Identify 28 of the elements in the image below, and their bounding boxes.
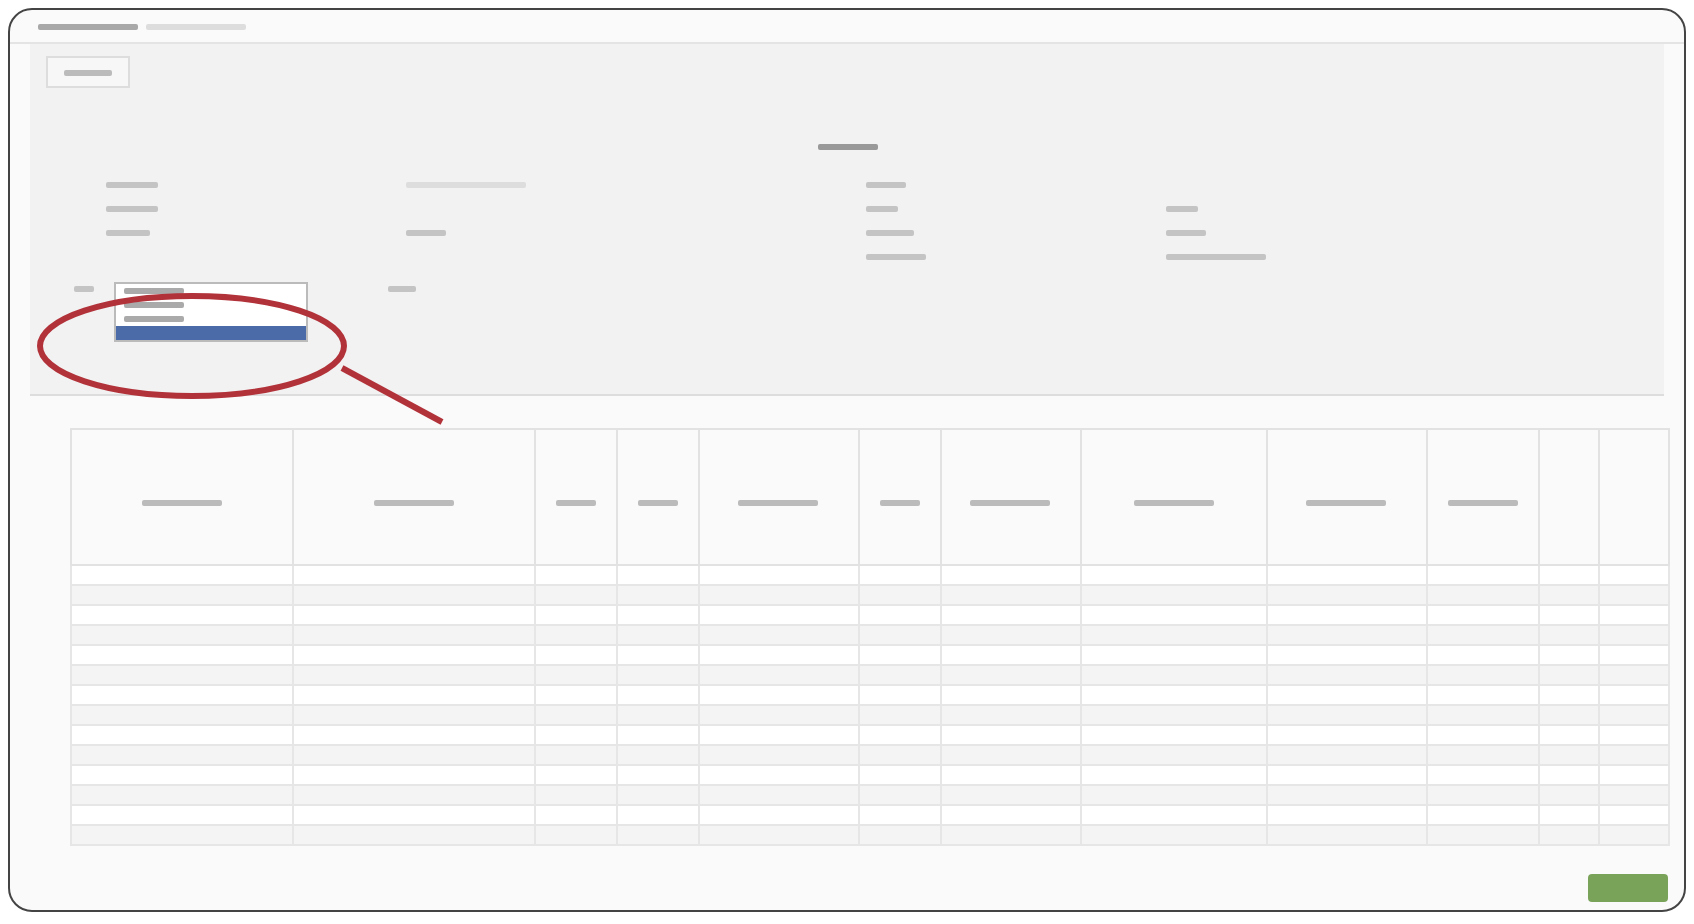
illegible-text xyxy=(866,229,914,235)
dropdown-list[interactable] xyxy=(114,282,308,342)
illegible-text xyxy=(866,181,906,187)
illegible-text xyxy=(1134,499,1215,505)
illegible-text xyxy=(406,229,446,235)
illegible-text xyxy=(106,181,158,187)
illegible-text xyxy=(64,69,112,75)
illegible-text xyxy=(866,253,926,259)
illegible-text xyxy=(1447,499,1518,505)
illegible-text xyxy=(1166,253,1266,259)
illegible-text xyxy=(637,499,678,505)
illegible-text xyxy=(1166,229,1206,235)
illegible-text xyxy=(38,23,138,29)
illegible-text xyxy=(970,499,1051,505)
illegible-text xyxy=(555,499,596,505)
illegible-text xyxy=(1166,205,1198,211)
toolbar-button[interactable] xyxy=(46,56,130,88)
illegible-text xyxy=(1306,499,1387,505)
illegible-text xyxy=(373,499,454,505)
illegible-text xyxy=(388,285,416,291)
illegible-text xyxy=(866,205,898,211)
illegible-text xyxy=(74,285,94,291)
illegible-text xyxy=(142,499,223,505)
illegible-text xyxy=(879,499,920,505)
illegible-text xyxy=(106,205,158,211)
illegible-text xyxy=(738,499,819,505)
illegible-text xyxy=(817,144,877,150)
illegible-text xyxy=(106,229,150,235)
